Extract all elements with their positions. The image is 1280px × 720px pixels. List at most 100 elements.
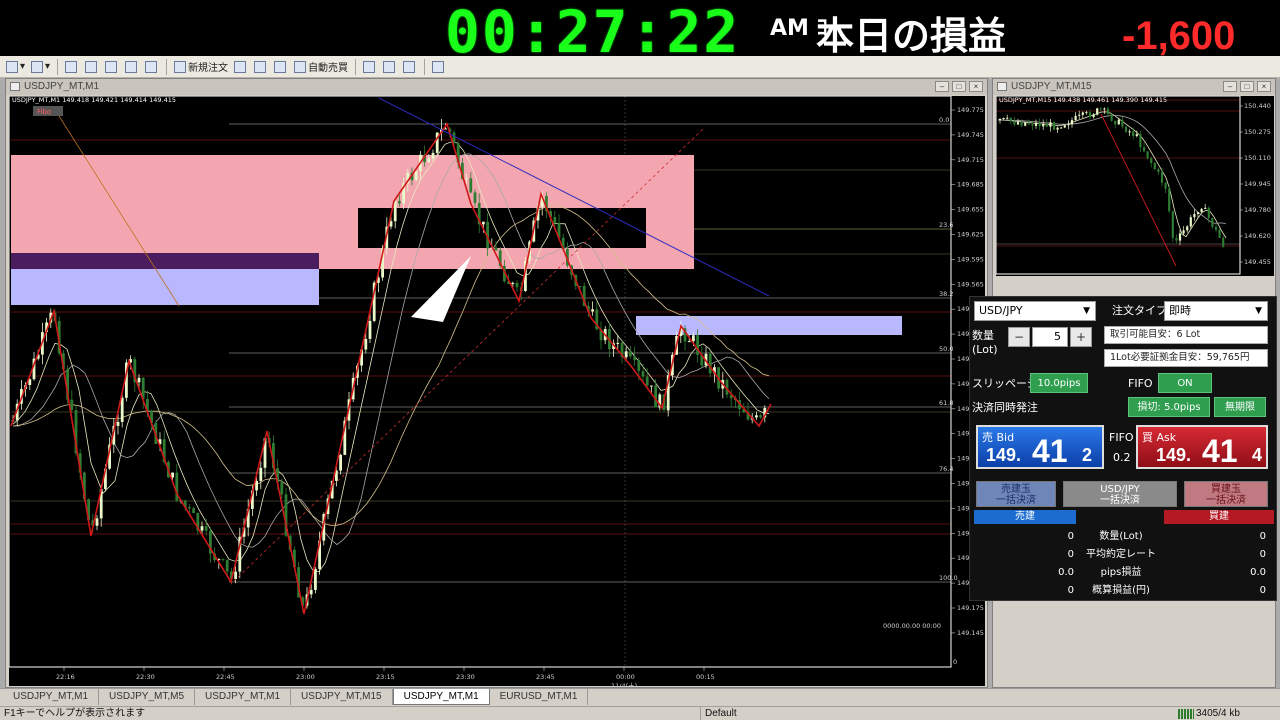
bar-chart-button[interactable] — [361, 58, 379, 76]
tester-button[interactable] — [143, 58, 161, 76]
side-chart-canvas[interactable]: USDJPY_MT,M15 149.438 149.461 149.390 14… — [995, 95, 1274, 276]
close-button[interactable]: × — [969, 81, 983, 92]
lavender-zone-right[interactable] — [636, 316, 902, 335]
toolbar: ▾ ▾ 新規注文 自動売買 — [0, 56, 1280, 78]
spread-value: 0.2 — [1113, 451, 1131, 464]
bulk-close-buy-button[interactable]: 買建玉 一括決済 — [1184, 481, 1268, 507]
terminal-button[interactable] — [123, 58, 141, 76]
position-row: 0 概算損益(円) 0 — [974, 582, 1274, 600]
side-candle-body — [1060, 127, 1063, 129]
side-candle-body — [1142, 147, 1146, 152]
time-label: 00:00 — [616, 673, 635, 681]
candle-body — [259, 467, 263, 481]
side-price-label: 150.440 — [1244, 102, 1271, 110]
candle-body — [465, 178, 468, 180]
side-candle-body — [1207, 207, 1210, 219]
side-candle-body — [1164, 182, 1167, 189]
maximize-button[interactable]: □ — [952, 81, 966, 92]
slippage-button[interactable]: 10.0pips — [1030, 373, 1088, 393]
main-price-chart[interactable]: 0.023.638.250.061.876.4100.0 USDJPY_MT,M… — [8, 95, 985, 690]
side-candle-body — [1052, 122, 1056, 130]
side-candle-body — [1085, 112, 1088, 114]
lot-available-info: 取引可能目安：6 Lot — [1104, 326, 1268, 344]
main-chart-canvas[interactable]: 0.0 23.6 38.2 50.0 61.8 76.4 100.0 USDJP… — [8, 95, 985, 690]
profiles-icon — [31, 60, 44, 73]
side-candle-body — [1178, 233, 1182, 241]
candle-body — [225, 559, 229, 572]
auto-trade-label: 自動売買 — [308, 63, 349, 74]
time-label: 23:15 — [376, 673, 395, 681]
minimize-button[interactable]: – — [935, 81, 949, 92]
time-label: 22:45 — [216, 673, 235, 681]
position-row: 0.0 pips損益 0.0 — [974, 564, 1274, 582]
side-candle-body — [1020, 122, 1023, 126]
chart-tab-active[interactable]: USDJPY_MT,M1 — [392, 689, 490, 705]
time-axis: 22:16 22:30 22:45 23:00 23:15 23:30 23:45 00:00… — [56, 667, 715, 690]
metaeditor-button[interactable] — [232, 58, 250, 76]
side-candle-body — [1063, 125, 1066, 128]
vps-button[interactable] — [272, 58, 290, 76]
profiles-button[interactable]: ▾ — [29, 58, 52, 76]
quantity-input[interactable]: 5 — [1032, 327, 1068, 347]
maximize-button[interactable]: □ — [1240, 81, 1254, 92]
expiry-button[interactable]: 無期限 — [1214, 397, 1266, 417]
symbol-select[interactable]: USD/JPY ▼ — [974, 301, 1096, 321]
sell-qty: 0 — [1067, 531, 1074, 542]
order-type-label: 注文タイプ — [1112, 304, 1167, 317]
daily-pl-value: -1,600 — [1122, 14, 1236, 58]
candle-body — [515, 282, 519, 288]
side-candle-body — [1092, 114, 1095, 118]
order-type-select[interactable]: 即時 ▼ — [1164, 301, 1268, 321]
chart-tab[interactable]: USDJPY_MT,M1 — [195, 689, 292, 705]
fifo-toggle[interactable]: ON — [1158, 373, 1212, 393]
chart-tab[interactable]: USDJPY_MT,M15 — [291, 689, 393, 705]
side-candles — [998, 106, 1225, 248]
data-window-button[interactable] — [83, 58, 101, 76]
side-candle-body — [1045, 123, 1048, 127]
quantity-decrease-button[interactable]: − — [1008, 327, 1030, 347]
row-label: pips損益 — [1100, 567, 1142, 578]
bulk-close-symbol-button[interactable]: USD/JPY 一括決済 — [1063, 481, 1177, 507]
side-candle-body — [1171, 211, 1174, 238]
side-price-label: 150.275 — [1244, 128, 1271, 136]
signals-button[interactable] — [252, 58, 270, 76]
time-label: 23:30 — [456, 673, 475, 681]
new-chart-button[interactable]: ▾ — [4, 58, 27, 76]
side-zigzag-line[interactable] — [1100, 113, 1177, 267]
minimize-button[interactable]: – — [1223, 81, 1237, 92]
candle-body — [708, 353, 712, 374]
main-chart-window[interactable]: USDJPY_MT,M1 – □ × 0.0 23.6 38.2 50.0 61.8 76… — [5, 78, 988, 690]
candle-body — [314, 568, 317, 590]
sell-pips: 0.0 — [1058, 567, 1074, 578]
side-candle-body — [1031, 124, 1034, 126]
side-candle-body — [1124, 126, 1128, 132]
line-chart-button[interactable] — [401, 58, 419, 76]
symbol-value: USD/JPY — [979, 304, 1023, 317]
sell-bid-button[interactable]: 売 Bid 149. 41 2 — [976, 425, 1104, 469]
navigator-button[interactable] — [103, 58, 121, 76]
lavender-zone-left[interactable] — [11, 269, 319, 305]
zoom-in-button[interactable] — [430, 58, 448, 76]
status-bar: F1キーでヘルプが表示されます Default 3405/4 kb — [0, 706, 1280, 720]
auto-trade-button[interactable]: 自動売買 — [292, 58, 350, 76]
buy-ask-button[interactable]: 買 Ask 149. 41 4 — [1136, 425, 1268, 469]
purple-zone[interactable] — [11, 253, 319, 269]
stop-loss-button[interactable]: 損切: 5.0pips — [1128, 397, 1210, 417]
buy-positions-header: 買建 — [1164, 510, 1274, 524]
quantity-increase-button[interactable]: + — [1070, 327, 1092, 347]
side-chart-titlebar[interactable]: USDJPY_MT,M15 – □ × — [993, 79, 1275, 95]
spread-label: FIFO — [1109, 431, 1134, 444]
chart-tab[interactable]: USDJPY_MT,M1 — [3, 689, 100, 705]
new-order-button[interactable]: 新規注文 — [172, 58, 230, 76]
main-chart-titlebar[interactable]: USDJPY_MT,M1 – □ × — [6, 79, 987, 95]
chart-tab[interactable]: EURUSD_MT,M1 — [490, 689, 589, 705]
candle-chart-button[interactable] — [381, 58, 399, 76]
bulk-close-sell-button[interactable]: 売建玉 一括決済 — [976, 481, 1056, 507]
main-chart-header: USDJPY_MT,M1 149.418 149.421 149.414 149… — [12, 96, 176, 104]
chart-tab[interactable]: USDJPY_MT,M5 — [99, 689, 196, 705]
toolbar-divider — [355, 58, 357, 75]
side-price-chart[interactable]: USDJPY_MT,M15 149.438 149.461 149.390 14… — [995, 95, 1274, 276]
candle-body — [339, 454, 342, 471]
close-button[interactable]: × — [1257, 81, 1271, 92]
market-watch-button[interactable] — [63, 58, 81, 76]
